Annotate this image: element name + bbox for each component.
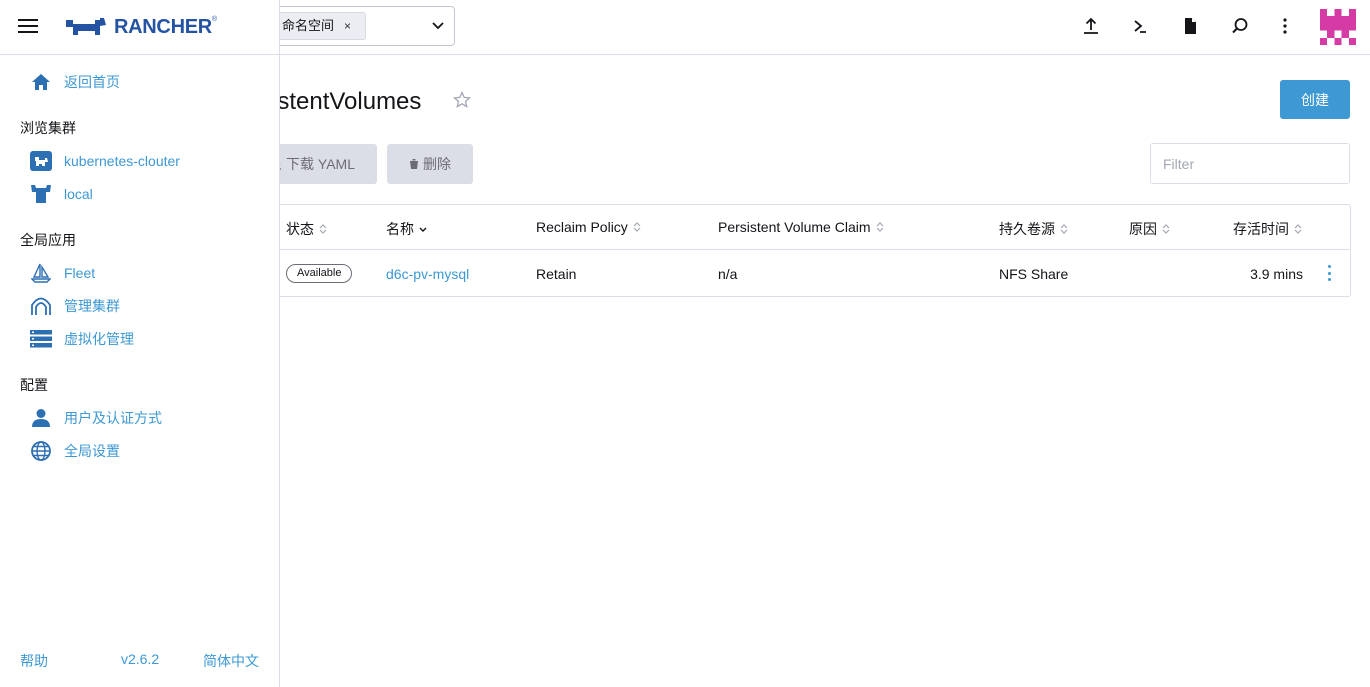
logo-registered: ® xyxy=(211,15,217,23)
user-icon xyxy=(30,407,52,429)
sort-icon xyxy=(419,227,427,232)
side-drawer: RANCHER® 返回首页 浏览集群 kubernetes-clouter lo… xyxy=(0,0,280,687)
column-name-label: 名称 xyxy=(386,221,414,237)
section-global-apps: 全局应用 xyxy=(20,232,76,248)
nav-cluster-label: kubernetes-clouter xyxy=(64,153,180,169)
kebab-icon[interactable] xyxy=(1274,15,1296,37)
rancher-logo-icon xyxy=(66,18,106,35)
logo-text: RANCHER® xyxy=(114,16,217,39)
logo-word: RANCHER xyxy=(114,15,212,38)
claim-cell: n/a xyxy=(718,266,738,282)
column-status[interactable]: 状态 xyxy=(286,219,328,239)
kebab-dot xyxy=(1327,265,1331,268)
trash-icon xyxy=(410,159,418,169)
column-claim-label: Persistent Volume Claim xyxy=(718,219,871,235)
nav-cluster-manager-label: 管理集群 xyxy=(64,298,120,314)
reclaim-policy-cell: Retain xyxy=(536,266,577,282)
column-reclaim-policy-label: Reclaim Policy xyxy=(536,219,628,235)
nav-cluster-label: local xyxy=(64,186,93,202)
nav-virtualization[interactable]: 虚拟化管理 xyxy=(30,328,134,350)
namespace-chip-remove[interactable]: × xyxy=(344,19,351,33)
source-cell: NFS Share xyxy=(999,266,1069,282)
hamburger-icon[interactable] xyxy=(18,17,38,35)
cluster-icon xyxy=(30,150,52,172)
manager-icon xyxy=(30,295,52,317)
column-name[interactable]: 名称 xyxy=(386,219,428,239)
language-select[interactable]: 简体中文 xyxy=(203,651,259,671)
rancher-logo[interactable]: RANCHER® xyxy=(64,14,217,40)
app-root: 命名空间 × rsistentVolumes 创建 下载 YAML 删除 Fil… xyxy=(0,0,1370,687)
filter-input[interactable] xyxy=(1150,143,1350,184)
harvester-icon xyxy=(30,328,52,350)
column-reason[interactable]: 原因 xyxy=(1129,219,1171,239)
pv-table: 状态 名称 Reclaim Policy Persistent Volume C… xyxy=(240,204,1351,297)
nav-cluster-kubernetes-clouter[interactable]: kubernetes-clouter xyxy=(30,150,180,172)
column-source-label: 持久卷源 xyxy=(999,221,1055,237)
cow-icon xyxy=(30,183,52,205)
nav-users-auth[interactable]: 用户及认证方式 xyxy=(30,407,162,429)
file-icon[interactable] xyxy=(1179,15,1201,37)
nav-global-settings-label: 全局设置 xyxy=(64,443,120,459)
status-badge: Available xyxy=(286,264,353,283)
star-icon[interactable] xyxy=(453,91,471,109)
column-age-label: 存活时间 xyxy=(1233,221,1289,237)
hamburger-line xyxy=(18,25,38,27)
table-header: 状态 名称 Reclaim Policy Persistent Volume C… xyxy=(241,205,1350,250)
age-cell: 3.9 mins xyxy=(1250,266,1303,282)
nav-home-label: 返回首页 xyxy=(64,74,120,90)
column-source[interactable]: 持久卷源 xyxy=(999,219,1069,239)
column-status-label: 状态 xyxy=(286,221,314,237)
section-clusters: 浏览集群 xyxy=(20,120,76,136)
kebab-dot xyxy=(1327,278,1331,281)
home-icon xyxy=(30,71,52,93)
column-reclaim-policy[interactable]: Reclaim Policy xyxy=(536,219,642,235)
nav-cluster-manager[interactable]: 管理集群 xyxy=(30,295,120,317)
search-icon[interactable] xyxy=(1229,15,1251,37)
chevron-down-icon[interactable] xyxy=(431,18,445,32)
delete-button[interactable]: 删除 xyxy=(387,144,473,184)
nav-users-auth-label: 用户及认证方式 xyxy=(64,410,162,426)
upload-icon[interactable] xyxy=(1080,15,1102,37)
kebab-dot xyxy=(1327,271,1331,275)
sort-icon xyxy=(1060,224,1068,234)
column-claim[interactable]: Persistent Volume Claim xyxy=(718,219,885,235)
column-reason-label: 原因 xyxy=(1129,221,1157,237)
column-age[interactable]: 存活时间 xyxy=(1233,219,1303,239)
drawer-header: RANCHER® xyxy=(0,0,280,55)
sort-icon xyxy=(1294,224,1302,234)
row-actions-button[interactable] xyxy=(1323,263,1335,283)
namespace-chip-label: 命名空间 xyxy=(282,18,335,33)
sort-icon xyxy=(876,222,883,232)
avatar-icon[interactable] xyxy=(1320,9,1356,45)
globe-icon xyxy=(30,440,52,462)
sort-icon xyxy=(1162,224,1170,234)
nav-fleet[interactable]: Fleet xyxy=(30,262,95,284)
hamburger-line xyxy=(18,31,38,33)
download-yaml-label: 下载 YAML xyxy=(286,156,355,172)
nav-home[interactable]: 返回首页 xyxy=(30,71,120,93)
version-link[interactable]: v2.6.2 xyxy=(121,651,159,667)
hamburger-line xyxy=(18,19,38,21)
pv-name-link[interactable]: d6c-pv-mysql xyxy=(386,266,469,282)
namespace-select[interactable]: 命名空间 × xyxy=(262,6,455,46)
create-button[interactable]: 创建 xyxy=(1280,80,1350,119)
namespace-chip: 命名空间 × xyxy=(273,12,367,40)
nav-virtualization-label: 虚拟化管理 xyxy=(64,331,134,347)
terminal-icon[interactable] xyxy=(1129,15,1151,37)
nav-fleet-label: Fleet xyxy=(64,265,96,281)
help-link[interactable]: 帮助 xyxy=(20,651,48,671)
delete-label: 删除 xyxy=(423,156,451,172)
sort-icon xyxy=(633,222,641,232)
nav-global-settings[interactable]: 全局设置 xyxy=(30,440,120,462)
nav-cluster-local[interactable]: local xyxy=(30,183,93,205)
sort-icon xyxy=(319,224,327,234)
section-config: 配置 xyxy=(20,377,48,393)
fleet-icon xyxy=(30,262,52,284)
